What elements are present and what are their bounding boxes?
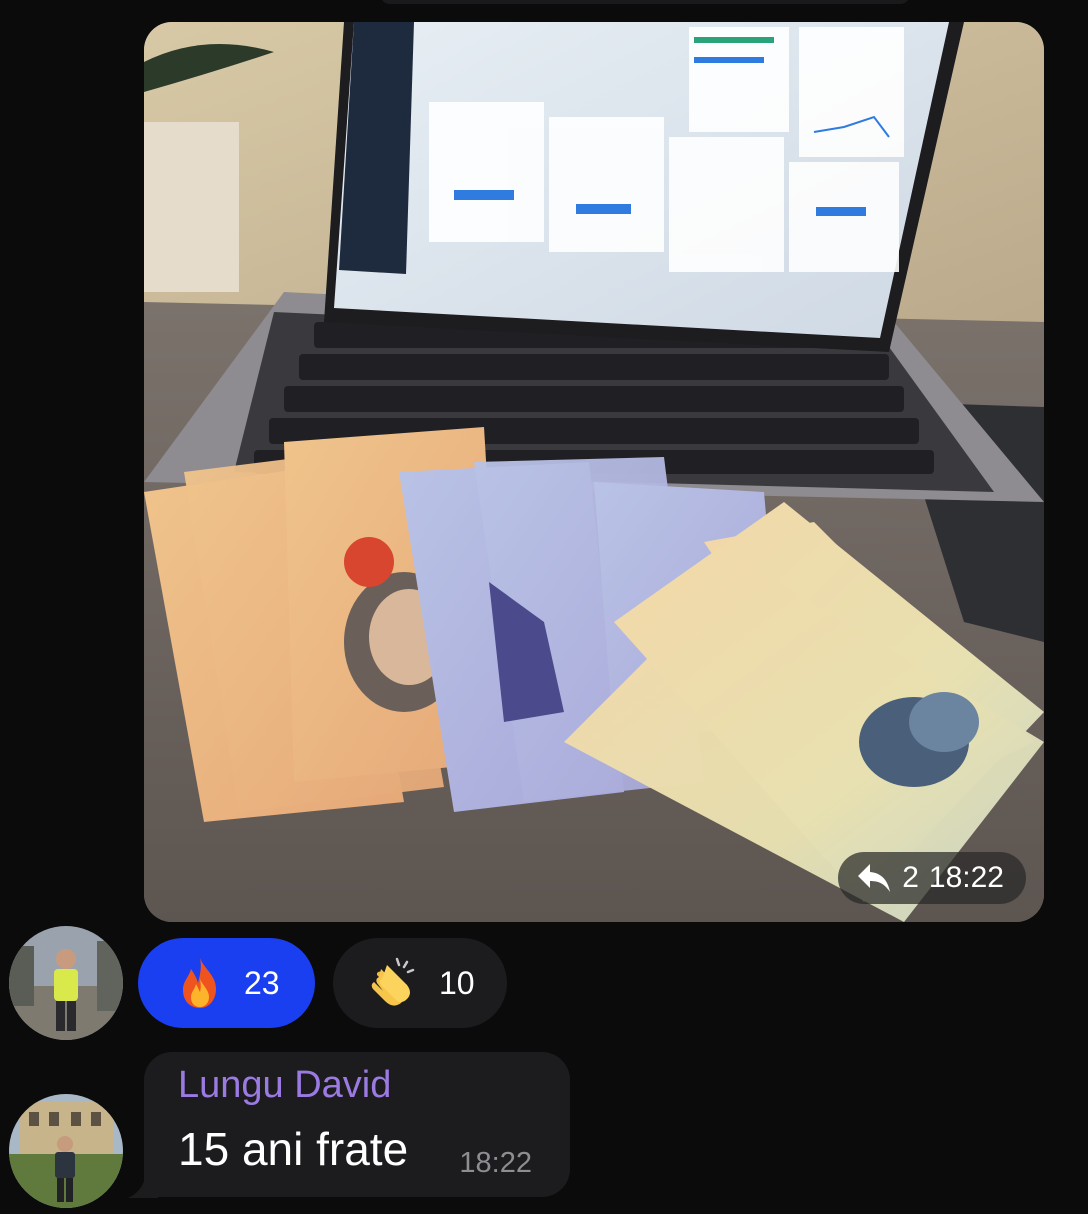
forward-count: 2 (902, 861, 919, 894)
photo-image[interactable] (144, 22, 1044, 922)
avatar[interactable] (9, 926, 123, 1040)
message-text: 15 ani frate (178, 1123, 409, 1175)
reaction-clap[interactable]: 10 (333, 938, 507, 1028)
reply-arrow-icon (856, 862, 892, 894)
avatar[interactable] (9, 1094, 123, 1208)
reaction-count: 10 (439, 964, 475, 1001)
sender-name[interactable]: Lungu David (178, 1064, 391, 1107)
message-time: 18:22 (459, 1147, 532, 1179)
photo-meta-badge[interactable]: 2 18:22 (838, 852, 1026, 904)
photo-time: 18:22 (928, 861, 1004, 894)
previous-message-edge (380, 0, 910, 4)
fire-emoji-icon (172, 955, 228, 1011)
chat-view: 2 18:22 23 10 Lungu David 15 ani frate 1… (0, 0, 1088, 1214)
reaction-count: 23 (244, 964, 280, 1001)
text-message[interactable]: Lungu David 15 ani frate 18:22 (144, 1052, 570, 1197)
clapping-hands-emoji-icon (367, 955, 423, 1011)
reaction-fire[interactable]: 23 (138, 938, 315, 1028)
photo-message[interactable]: 2 18:22 (144, 22, 1044, 922)
